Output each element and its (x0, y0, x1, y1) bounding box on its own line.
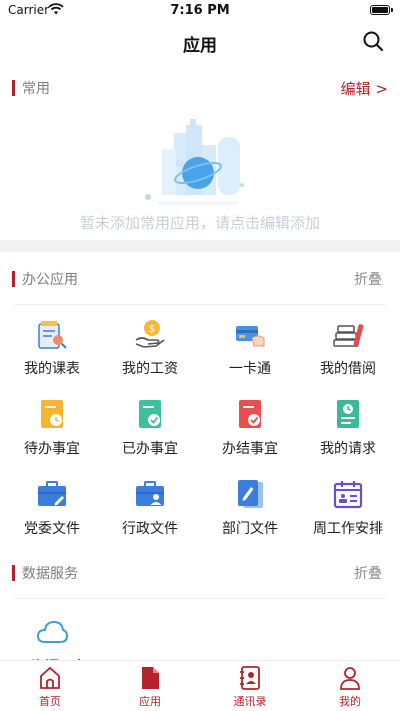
data-service-collapse-button[interactable]: 折叠 (354, 563, 382, 583)
status-time: 7:16 PM (170, 3, 230, 18)
briefcase-person-icon (136, 481, 164, 506)
section-marker (12, 271, 15, 287)
tab-bar: 首页 应用 通讯录 我的 (0, 660, 400, 711)
app-completed[interactable]: 办结事宜 (200, 398, 300, 470)
briefcase-edit-icon (38, 481, 66, 506)
app-label: 我的工资 (122, 361, 178, 377)
card-icon (236, 326, 265, 347)
schedule-icon (38, 321, 67, 349)
svg-text:$: $ (149, 324, 155, 335)
app-my-request[interactable]: 我的请求 (298, 398, 398, 470)
app-label: 我的请求 (320, 441, 376, 457)
tab-apps[interactable]: 应用 (100, 661, 200, 711)
calendar-icon (333, 481, 363, 509)
nav-bar: 应用 (0, 22, 400, 62)
contacts-icon (240, 666, 260, 690)
app-dept-files[interactable]: 部门文件 (200, 478, 300, 550)
salary-icon: $ (135, 320, 165, 348)
office-section-header: 办公应用 折叠 (0, 264, 400, 294)
app-campus-card[interactable]: 一卡通 (200, 318, 300, 390)
section-marker (12, 80, 15, 96)
app-todo[interactable]: 待办事宜 (2, 398, 102, 470)
tab-label: 首页 (39, 695, 61, 708)
section-gap (0, 240, 400, 252)
completed-icon (239, 400, 261, 428)
done-icon (139, 400, 161, 428)
cloud-icon (36, 620, 68, 643)
office-collapse-button[interactable]: 折叠 (354, 269, 382, 289)
books-icon (333, 324, 364, 347)
app-my-salary[interactable]: $ 我的工资 (100, 318, 200, 390)
home-icon (40, 666, 60, 689)
tab-home[interactable]: 首页 (0, 661, 100, 711)
request-icon (337, 400, 359, 428)
battery-icon (370, 5, 393, 15)
divider (14, 304, 386, 305)
app-label: 我的课表 (24, 361, 80, 377)
status-bar: Carrier 7:16 PM (0, 0, 400, 22)
app-my-borrow[interactable]: 我的借阅 (298, 318, 398, 390)
tab-contacts[interactable]: 通讯录 (200, 661, 300, 711)
app-label: 周工作安排 (313, 521, 383, 537)
office-section-title: 办公应用 (22, 272, 78, 288)
app-label: 办结事宜 (222, 441, 278, 457)
app-party-files[interactable]: 党委文件 (2, 478, 102, 550)
app-admin-files[interactable]: 行政文件 (100, 478, 200, 550)
app-label: 已办事宜 (122, 441, 178, 457)
data-service-section-header: 数据服务 折叠 (0, 558, 400, 588)
edit-button[interactable]: 编辑 > (341, 78, 388, 99)
app-weekly-schedule[interactable]: 周工作安排 (298, 478, 398, 550)
common-section-header: 常用 编辑 > (0, 73, 400, 103)
app-my-schedule[interactable]: 我的课表 (2, 318, 102, 390)
section-marker (12, 565, 15, 581)
tab-label: 我的 (339, 695, 361, 708)
app-label: 一卡通 (229, 361, 271, 377)
divider (14, 598, 386, 599)
document-edit-icon (238, 480, 263, 508)
app-label: 待办事宜 (24, 441, 80, 457)
user-icon (340, 667, 360, 690)
common-section-title: 常用 (22, 81, 50, 97)
app-label: 部门文件 (222, 521, 278, 537)
search-icon[interactable] (362, 30, 384, 52)
app-label: 我的借阅 (320, 361, 376, 377)
empty-city-illustration (145, 119, 244, 205)
app-label: 党委文件 (24, 521, 80, 537)
app-done[interactable]: 已办事宜 (100, 398, 200, 470)
todo-icon (41, 400, 63, 428)
page-title: 应用 (183, 36, 217, 56)
tab-label: 应用 (139, 695, 161, 708)
app-label: 行政文件 (122, 521, 178, 537)
tab-label: 通讯录 (233, 695, 267, 708)
data-service-section-title: 数据服务 (22, 566, 78, 582)
empty-hint: 暂未添加常用应用，请点击编辑添加 (79, 214, 320, 232)
tab-me[interactable]: 我的 (300, 661, 400, 711)
app-document-icon (142, 667, 159, 689)
